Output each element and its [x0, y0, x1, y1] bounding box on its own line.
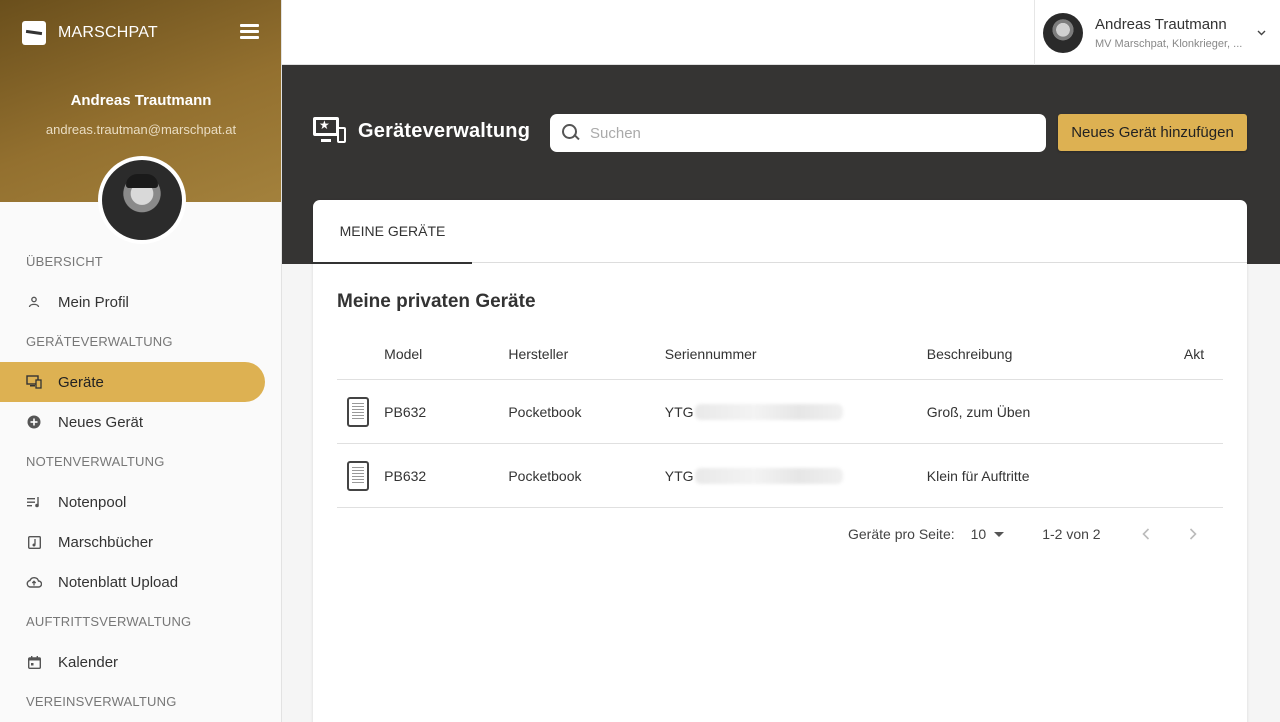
cell-model: PB632 [384, 467, 427, 484]
tab-bar: MEINE GERÄTE [313, 200, 1247, 264]
cell-manufacturer: Pocketbook [508, 467, 582, 484]
page-title: Geräteverwaltung [358, 120, 531, 142]
table-row[interactable]: PB632 Pocketbook YTG Klein für Auftritte [337, 444, 1223, 508]
serial-prefix: YTG [664, 403, 694, 420]
nav-item-sheet-upload[interactable]: Notenblatt Upload [0, 562, 281, 602]
page-range: 1-2 von 2 [1042, 526, 1101, 542]
pagination: Geräte pro Seite: 10 1-2 von 2 [337, 508, 1223, 560]
nav-item-marchbooks[interactable]: Marschbücher [0, 522, 281, 562]
sidebar-user-email: andreas.trautman@marschpat.at [45, 122, 237, 137]
nav-section-overview: ÜBERSICHT [26, 254, 103, 269]
add-circle-icon [26, 414, 42, 430]
nav-item-label: Kalender [58, 653, 119, 671]
chevron-down-icon [1257, 28, 1266, 38]
nav-item-calendar[interactable]: Kalender [0, 642, 281, 682]
nav-section-notes: NOTENVERWALTUNG [26, 454, 165, 469]
cell-serial: YTG [664, 403, 927, 420]
tab-my-devices[interactable]: MEINE GERÄTE [313, 200, 472, 264]
search-input[interactable] [590, 124, 1010, 142]
brand-logo-icon [22, 21, 46, 45]
cell-model: PB632 [384, 403, 427, 420]
nav-item-label: Neues Gerät [58, 413, 144, 431]
table-row[interactable]: PB632 Pocketbook YTG Groß, zum Üben [337, 380, 1223, 444]
page-header: ★ Geräteverwaltung [313, 117, 530, 146]
serial-prefix: YTG [664, 467, 694, 484]
cell-serial: YTG [664, 467, 927, 484]
nav-item-label: Notenpool [58, 493, 127, 511]
cell-manufacturer: Pocketbook [508, 403, 582, 420]
nav-section-devices: GERÄTEVERWALTUNG [26, 334, 173, 349]
music-list-icon [26, 494, 42, 510]
nav-item-devices[interactable]: Geräte [0, 362, 265, 402]
ereader-icon [347, 396, 369, 427]
nav-item-label: Mein Profil [58, 293, 129, 311]
devices-card: MEINE GERÄTE Meine privaten Geräte Model… [313, 200, 1247, 722]
previous-page-icon[interactable] [1134, 522, 1158, 546]
ereader-icon [347, 460, 369, 491]
nav-section-performances: AUFTRITTSVERWALTUNG [26, 614, 192, 629]
nav-item-notepool[interactable]: Notenpool [0, 482, 281, 522]
cloud-upload-icon [26, 574, 42, 590]
sidebar-user-name: Andreas Trautmann [70, 92, 212, 109]
table-header: Model Hersteller Seriennummer Beschreibu… [337, 328, 1223, 380]
user-name: Andreas Trautmann [1095, 15, 1227, 33]
brand[interactable]: MARSCHPAT [22, 21, 158, 45]
search-icon [561, 123, 581, 143]
column-header-model[interactable]: Model [384, 346, 508, 362]
nav-section-club: VEREINSVERWALTUNG [26, 694, 177, 709]
rows-per-page-label: Geräte pro Seite: [848, 526, 955, 542]
nav-item-label: Geräte [58, 373, 104, 391]
user-menu[interactable]: Andreas Trautmann MV Marschpat, Klonkrie… [1034, 0, 1280, 65]
section-title: Meine privaten Geräte [337, 291, 536, 312]
column-header-description[interactable]: Beschreibung [927, 346, 1184, 362]
search-bar[interactable] [550, 114, 1046, 152]
hamburger-menu-icon[interactable] [240, 24, 259, 40]
serial-redacted [694, 467, 843, 484]
music-book-icon [26, 534, 42, 550]
brand-name: MARSCHPAT [58, 24, 158, 41]
calendar-icon [26, 654, 42, 670]
cell-description: Klein für Auftritte [926, 467, 1030, 484]
avatar [1043, 12, 1083, 53]
topbar: Andreas Trautmann MV Marschpat, Klonkrie… [282, 0, 1280, 65]
devices-table: Model Hersteller Seriennummer Beschreibu… [337, 328, 1223, 508]
sidebar-nav: ÜBERSICHT Mein Profil GERÄTEVERWALTUNG G… [0, 242, 281, 722]
devices-icon: ★ [313, 117, 346, 146]
rows-per-page-select[interactable]: 10 [971, 526, 1005, 542]
person-icon [26, 294, 42, 310]
column-header-manufacturer[interactable]: Hersteller [508, 346, 664, 362]
rows-per-page-value: 10 [970, 526, 987, 542]
add-device-button[interactable]: Neues Gerät hinzufügen [1058, 114, 1247, 151]
devices-icon [26, 374, 42, 390]
next-page-icon[interactable] [1181, 522, 1205, 546]
sidebar: MARSCHPAT Andreas Trautmann andreas.trau… [0, 0, 282, 722]
dropdown-arrow-icon [994, 531, 1005, 537]
nav-item-new-device[interactable]: Neues Gerät [0, 402, 281, 442]
serial-redacted [694, 403, 843, 420]
user-organization: MV Marschpat, Klonkrieger, ... [1095, 37, 1243, 50]
nav-item-label: Notenblatt Upload [58, 573, 179, 591]
column-header-serial[interactable]: Seriennummer [665, 346, 927, 362]
cell-description: Groß, zum Üben [926, 403, 1031, 420]
sidebar-avatar[interactable] [98, 156, 186, 244]
nav-item-label: Marschbücher [58, 533, 154, 551]
nav-item-my-profile[interactable]: Mein Profil [0, 282, 281, 322]
column-header-actions: Akt [1183, 345, 1205, 362]
